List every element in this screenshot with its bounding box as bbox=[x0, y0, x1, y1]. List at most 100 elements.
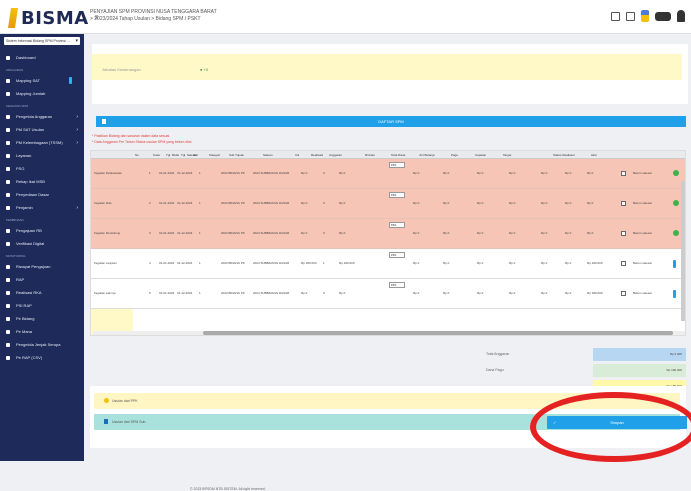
bisma-logo[interactable]: BISMA ≡ bbox=[8, 7, 98, 29]
cell-anggaran[interactable]: Rp 0 bbox=[413, 261, 419, 265]
cell-status[interactable]: Belum selesai bbox=[633, 201, 652, 205]
cell-real[interactable]: Rp 0 bbox=[339, 231, 345, 235]
cell-belanja[interactable]: Rp 0 bbox=[509, 261, 515, 265]
cell-target[interactable]: Rp 0 bbox=[587, 231, 593, 235]
column-header[interactable]: Jml bbox=[193, 153, 198, 157]
cell-pagu[interactable]: Rp 0 bbox=[541, 171, 547, 175]
sidebar-item[interactable]: PSG bbox=[0, 162, 84, 175]
sidebar-item[interactable]: Mapping Jumlah bbox=[0, 87, 84, 100]
cell-end[interactable]: 31-12-2024 bbox=[177, 231, 192, 235]
sidebar-item[interactable]: Realisasi RKA bbox=[0, 286, 84, 299]
sidebar-item[interactable]: Layanan bbox=[0, 149, 84, 162]
cell-anggaran[interactable]: Rp 0 bbox=[413, 201, 419, 205]
cell-rincian[interactable]: Rp 0 bbox=[443, 171, 449, 175]
cell-start[interactable]: 01-01-2024 bbox=[159, 171, 174, 175]
cell-real[interactable]: Rp 0 bbox=[339, 291, 345, 295]
cell-total[interactable]: Rp 0 bbox=[477, 231, 483, 235]
cell-belanja[interactable]: Rp 0 bbox=[509, 231, 515, 235]
sidebar-item[interactable]: RAP bbox=[0, 273, 84, 286]
cell-sub[interactable]: 2024 SUBBIDANG DASAR bbox=[253, 171, 289, 175]
cell-end[interactable]: 31-12-2024 bbox=[177, 201, 192, 205]
sidebar-item[interactable]: Riwayat Pengajuan bbox=[0, 260, 84, 273]
column-header[interactable]: Aksi bbox=[591, 153, 597, 157]
scrollbar-thumb[interactable] bbox=[203, 331, 673, 335]
cell-belanja[interactable]: Rp 0 bbox=[509, 291, 515, 295]
cell-anggaran[interactable]: Rp 0 bbox=[413, 231, 419, 235]
column-header[interactable]: Pagu bbox=[451, 153, 458, 157]
sidebar-item[interactable]: Pe Bidang bbox=[0, 312, 84, 325]
column-header[interactable]: Capaian bbox=[475, 153, 486, 157]
cell-cat[interactable]: 2023 BIDANG PK bbox=[221, 231, 245, 235]
user-icon[interactable] bbox=[677, 10, 685, 22]
cell-vol[interactable]: 0 bbox=[323, 291, 325, 295]
cell-real[interactable]: Rp 0 bbox=[339, 201, 345, 205]
cell-qty[interactable]: 1 bbox=[199, 201, 201, 205]
cell-cat[interactable]: 2023 BIDANG PK bbox=[221, 261, 245, 265]
column-header[interactable]: Satuan bbox=[263, 153, 273, 157]
cell-pagu[interactable]: Rp 0 bbox=[541, 231, 547, 235]
cell-capaian[interactable]: Rp 0 bbox=[565, 201, 571, 205]
row-checkbox[interactable] bbox=[621, 201, 626, 206]
vertical-scrollbar[interactable] bbox=[681, 181, 685, 321]
column-header[interactable]: Jml Belanja bbox=[419, 153, 435, 157]
cell-end[interactable]: 31-12-2024 bbox=[177, 261, 192, 265]
row-checkbox[interactable] bbox=[621, 171, 626, 176]
cell-real[interactable]: Rp 0 bbox=[339, 171, 345, 175]
sidebar-item[interactable]: PM SAT Usulan › bbox=[0, 123, 84, 136]
sidebar-item[interactable]: PSI RAP bbox=[0, 299, 84, 312]
cell-qty[interactable]: 1 bbox=[199, 231, 201, 235]
cell-unit[interactable]: Rp 0 bbox=[301, 231, 307, 235]
sidebar-item[interactable]: Penyediaan Dasar bbox=[0, 188, 84, 201]
cell-vol[interactable]: 0 bbox=[323, 171, 325, 175]
cell-anggaran[interactable]: Rp 0 bbox=[413, 291, 419, 295]
cell-rincian[interactable]: Rp 0 bbox=[443, 291, 449, 295]
field-value[interactable]: ● +0 bbox=[200, 67, 208, 72]
cell-anggaran[interactable]: Rp 0 bbox=[413, 171, 419, 175]
cell-start[interactable]: 01-01-2024 bbox=[159, 201, 174, 205]
row-select[interactable]: Pilih bbox=[389, 252, 405, 258]
cell-cat[interactable]: 2023 BIDANG PK bbox=[221, 171, 245, 175]
sidebar-item[interactable]: Pengelola Anggaran › bbox=[0, 110, 84, 123]
cell-vol[interactable]: 0 bbox=[323, 201, 325, 205]
cell-vol[interactable]: 0 bbox=[323, 231, 325, 235]
cell-status[interactable]: Belum selesai bbox=[633, 291, 652, 295]
row-select[interactable]: Pilih bbox=[389, 222, 405, 228]
row-checkbox[interactable] bbox=[621, 261, 626, 266]
sidebar-item[interactable]: Pe Mana bbox=[0, 325, 84, 338]
cell-target[interactable]: Rp 180.000 bbox=[587, 291, 603, 295]
cell-target[interactable]: Rp 180.000 bbox=[587, 261, 603, 265]
cell-capaian[interactable]: Rp 0 bbox=[565, 231, 571, 235]
notification-badge-icon[interactable] bbox=[655, 11, 671, 21]
cell-vol[interactable]: 1 bbox=[323, 261, 325, 265]
cell-pagu[interactable]: Rp 0 bbox=[541, 201, 547, 205]
cell-pagu[interactable]: Rp 0 bbox=[541, 291, 547, 295]
column-header[interactable]: Anggaran bbox=[329, 153, 342, 157]
cell-capaian[interactable]: Rp 0 bbox=[565, 261, 571, 265]
column-header[interactable]: Realisasi bbox=[311, 153, 323, 157]
cell-rincian[interactable]: Rp 0 bbox=[443, 231, 449, 235]
row-checkbox[interactable] bbox=[621, 291, 626, 296]
cell-target[interactable]: Rp 0 bbox=[587, 201, 593, 205]
cell-unit[interactable]: Rp 0 bbox=[301, 171, 307, 175]
row-select[interactable]: Pilih bbox=[389, 282, 405, 288]
cell-total[interactable]: Rp 0 bbox=[477, 291, 483, 295]
cell-unit[interactable]: Rp 0 bbox=[301, 291, 307, 295]
cell-total[interactable]: Rp 0 bbox=[477, 171, 483, 175]
cell-belanja[interactable]: Rp 0 bbox=[509, 201, 515, 205]
cell-sub[interactable]: 2024 SUBBIDANG DASAR bbox=[253, 261, 289, 265]
cell-start[interactable]: 01-01-2024 bbox=[159, 261, 174, 265]
cell-rincian[interactable]: Rp 0 bbox=[443, 201, 449, 205]
status-indicator-icon[interactable] bbox=[673, 200, 679, 206]
column-header[interactable]: Kode bbox=[153, 153, 160, 157]
cell-total[interactable]: Rp 0 bbox=[477, 261, 483, 265]
column-header[interactable]: Rincian bbox=[365, 153, 375, 157]
cell-cat[interactable]: 2023 BIDANG PK bbox=[221, 201, 245, 205]
column-header[interactable]: Target bbox=[503, 153, 511, 157]
cell-qty[interactable]: 1 bbox=[199, 171, 201, 175]
cell-start[interactable]: 01-01-2024 bbox=[159, 231, 174, 235]
cell-qty[interactable]: 1 bbox=[199, 291, 201, 295]
row-select[interactable]: Pilih bbox=[389, 162, 405, 168]
cell-total[interactable]: Rp 0 bbox=[477, 201, 483, 205]
sidebar-item[interactable]: Pe RAP (CSV) bbox=[0, 351, 84, 364]
cell-unit[interactable]: Rp 0 bbox=[301, 201, 307, 205]
